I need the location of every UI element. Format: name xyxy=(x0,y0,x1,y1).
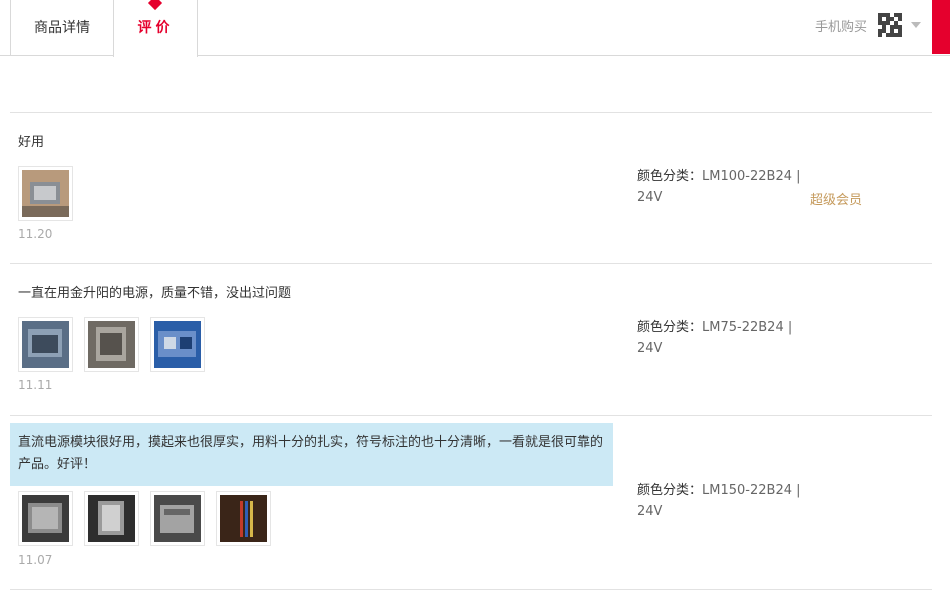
tab-product-details[interactable]: 商品详情 xyxy=(10,0,113,56)
qr-module xyxy=(898,33,902,37)
photo-thumbnail xyxy=(88,321,135,368)
review-photo[interactable] xyxy=(150,317,205,372)
photo-thumbnail xyxy=(22,495,69,542)
chevron-down-icon[interactable] xyxy=(911,22,921,28)
photo-thumbnail xyxy=(220,495,267,542)
review-item: 好用 11.20 颜色分类：LM100-22B24 | 24V 超级会员 xyxy=(10,113,932,263)
review-photo[interactable] xyxy=(18,166,73,221)
review-text: 好用 xyxy=(18,135,45,150)
review-text: 直流电源模块很好用，摸起来也很厚实，用料十分的扎实，符号标注的也十分清晰，一看就… xyxy=(10,423,613,486)
sku-key: 颜色分类： xyxy=(637,483,703,498)
photo-thumbnail xyxy=(22,170,69,217)
active-tab-marker xyxy=(147,0,163,11)
photo-thumbnail xyxy=(22,321,69,368)
tab-reviews[interactable]: 评价 xyxy=(113,0,198,57)
review-text: 一直在用金升阳的电源，质量不错，没出过问题 xyxy=(18,286,292,301)
review-photos xyxy=(18,491,271,546)
review-item: 一直在用金升阳的电源，质量不错，没出过问题 11.11 颜色分类：LM75-22… xyxy=(10,264,932,414)
review-date: 11.11 xyxy=(18,378,53,392)
review-photo[interactable] xyxy=(84,491,139,546)
review-photo[interactable] xyxy=(84,317,139,372)
mobile-buy-link[interactable]: 手机购买 xyxy=(815,16,867,40)
review-photo[interactable] xyxy=(216,491,271,546)
side-panel-edge xyxy=(932,0,950,54)
sku-info: 颜色分类：LM100-22B24 | 24V xyxy=(637,166,802,208)
review-photo[interactable] xyxy=(150,491,205,546)
review-photo[interactable] xyxy=(18,317,73,372)
tab-reviews-label: 评价 xyxy=(137,20,174,36)
review-item: 直流电源模块很好用，摸起来也很厚实，用料十分的扎实，符号标注的也十分清晰，一看就… xyxy=(10,416,932,590)
review-photos xyxy=(18,166,73,221)
photo-thumbnail xyxy=(88,495,135,542)
qr-code-icon[interactable] xyxy=(878,13,902,37)
sku-info: 颜色分类：LM75-22B24 | 24V xyxy=(637,317,802,359)
review-date: 11.07 xyxy=(18,553,53,567)
review-photos xyxy=(18,317,205,372)
sku-info: 颜色分类：LM150-22B24 | 24V xyxy=(637,480,802,522)
photo-thumbnail xyxy=(154,495,201,542)
sku-key: 颜色分类： xyxy=(637,320,703,335)
tab-bar: 商品详情 评价 手机购买 xyxy=(0,0,950,57)
review-photo[interactable] xyxy=(18,491,73,546)
photo-thumbnail xyxy=(154,321,201,368)
divider xyxy=(10,589,932,590)
sku-key: 颜色分类： xyxy=(637,169,703,184)
review-date: 11.20 xyxy=(18,227,53,241)
member-badge: 超级会员 xyxy=(810,193,863,208)
